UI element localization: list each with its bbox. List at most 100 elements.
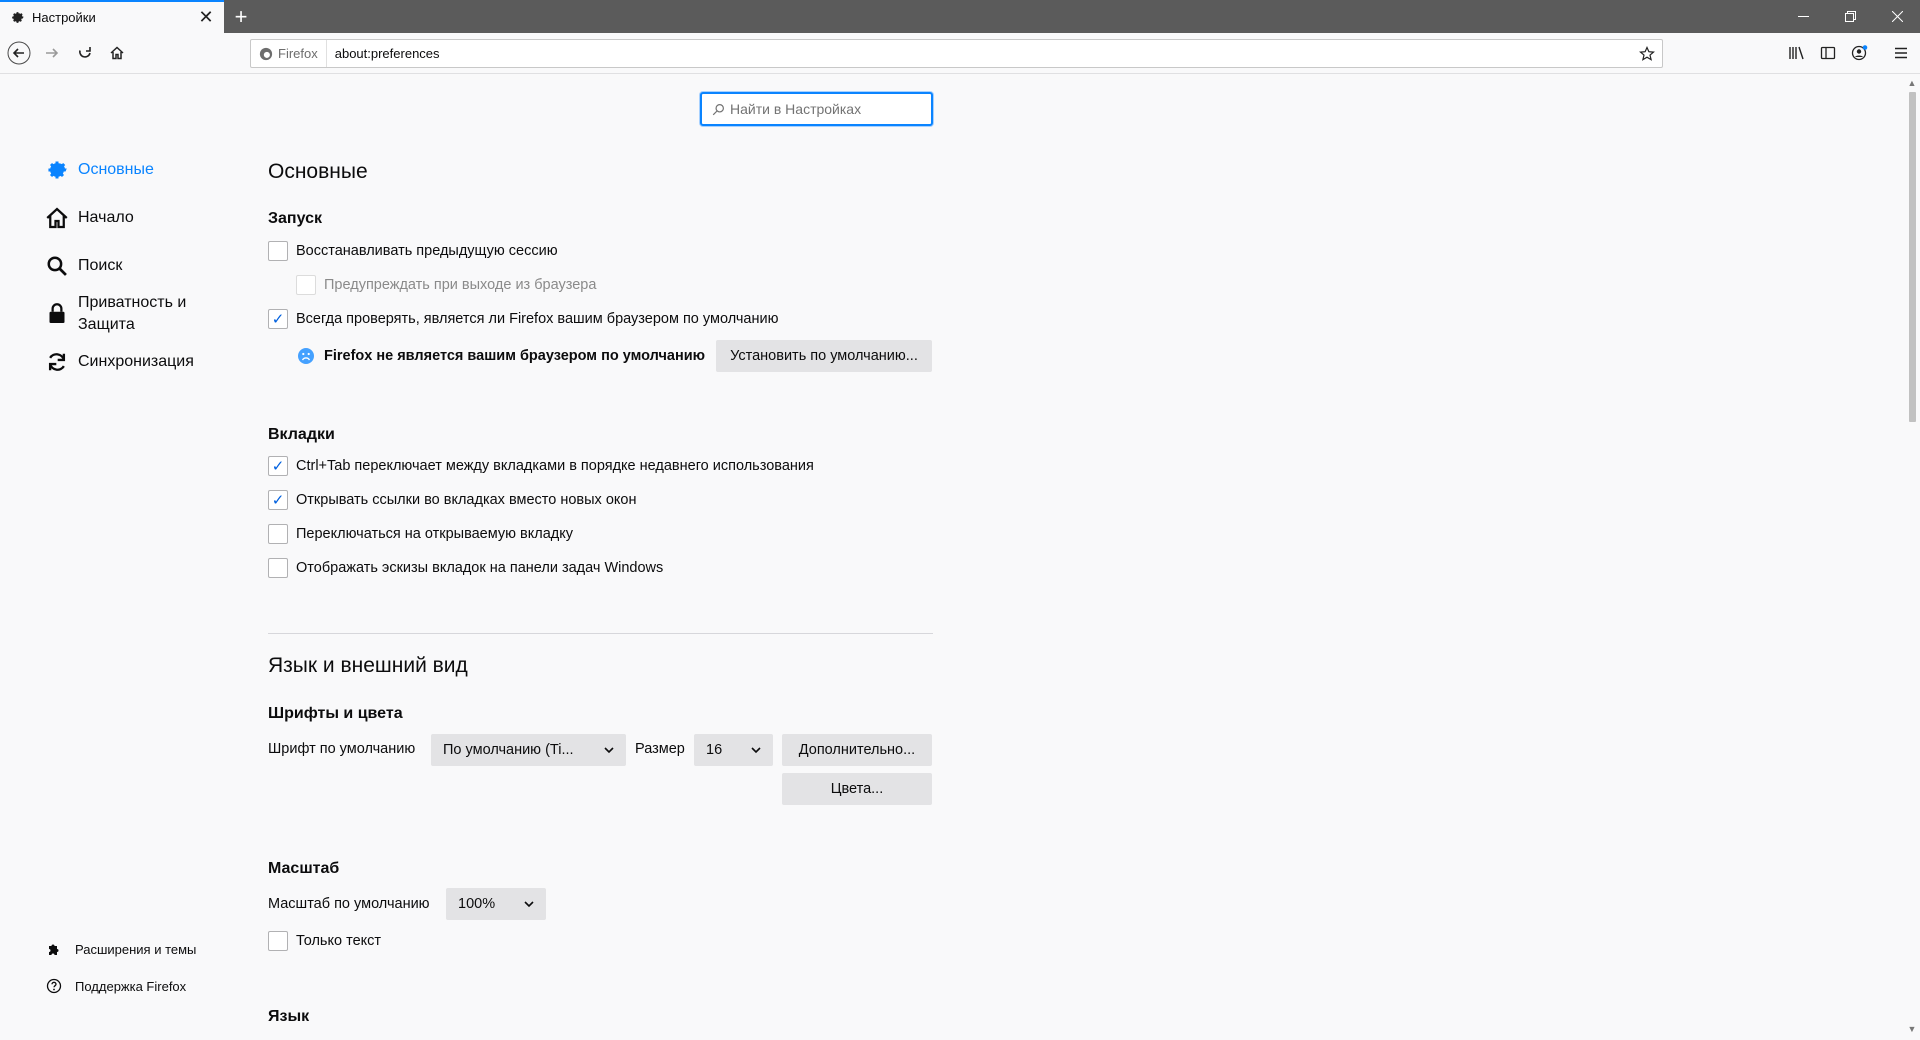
font-size-select[interactable]: 16 (694, 734, 773, 766)
lock-icon (44, 300, 70, 326)
zoom-heading: Масштаб (268, 860, 340, 877)
close-tab-icon[interactable]: ✕ (194, 6, 218, 30)
address-bar[interactable]: Firefox about:preferences (250, 39, 1663, 68)
scrollbar-thumb[interactable] (1909, 92, 1916, 422)
default-browser-status: Firefox не является вашим браузером по у… (296, 346, 705, 366)
checkbox-label: Открывать ссылки во вкладках вместо новы… (296, 492, 637, 508)
checkbox-label: Отображать эскизы вкладок на панели зада… (296, 560, 664, 576)
checkbox[interactable] (296, 275, 316, 295)
identity-label: Firefox (278, 46, 318, 61)
open-links-in-tabs-checkbox[interactable]: ✓ Открывать ссылки во вкладках вместо но… (268, 490, 636, 510)
identity-box[interactable]: Firefox (251, 40, 327, 67)
switch-to-tab-checkbox[interactable]: Переключаться на открываемую вкладку (268, 524, 573, 544)
sidebar-item-support[interactable]: Поддержка Firefox (46, 978, 186, 994)
gear-icon (44, 157, 70, 183)
checkbox-checked[interactable]: ✓ (268, 490, 288, 510)
advanced-fonts-button[interactable]: Дополнительно... (782, 734, 932, 766)
chevron-down-icon (604, 742, 614, 758)
chevron-down-icon (751, 742, 761, 758)
search-placeholder: Найти в Настройках (730, 101, 862, 117)
scroll-up-arrow-icon[interactable]: ▲ (1907, 78, 1917, 88)
scroll-down-arrow-icon[interactable]: ▼ (1907, 1024, 1917, 1034)
checkbox[interactable] (268, 931, 288, 951)
language-heading: Язык (268, 1008, 310, 1025)
sidebar-item-search[interactable]: Поиск (44, 253, 122, 279)
default-zoom-label: Масштаб по умолчанию (268, 896, 430, 912)
sidebars-icon[interactable] (1813, 38, 1843, 68)
search-icon (44, 253, 70, 279)
home-button[interactable] (102, 38, 132, 68)
checkbox-checked[interactable]: ✓ (268, 309, 288, 329)
language-appearance-title: Язык и внешний вид (268, 654, 468, 677)
checkbox-checked[interactable]: ✓ (268, 456, 288, 476)
sidebar-item-addons[interactable]: Расширения и темы (46, 941, 196, 957)
forward-button[interactable] (37, 38, 67, 68)
default-browser-status-text: Firefox не является вашим браузером по у… (324, 348, 706, 364)
checkbox[interactable] (268, 524, 288, 544)
default-font-label: Шрифт по умолчанию (268, 741, 416, 757)
sidebar-item-label: Основные (78, 161, 154, 178)
menu-icon[interactable] (1886, 38, 1916, 68)
search-input[interactable]: Найти в Настройках (700, 92, 933, 126)
vertical-scrollbar[interactable]: ▲ ▼ (1904, 74, 1920, 1040)
ctrl-tab-checkbox[interactable]: ✓ Ctrl+Tab переключает между вкладками в… (268, 456, 814, 476)
tab-strip: Настройки ✕ + (0, 0, 1920, 33)
help-icon (46, 978, 62, 994)
set-default-button[interactable]: Установить по умолчанию... (716, 340, 932, 372)
taskbar-previews-checkbox[interactable]: Отображать эскизы вкладок на панели зада… (268, 558, 663, 578)
search-icon (712, 103, 724, 115)
sidebar-item-general[interactable]: Основные (44, 157, 154, 183)
firefox-icon (259, 47, 273, 60)
sidebar-item-label: Начало (78, 209, 134, 226)
minimize-icon[interactable] (1780, 0, 1826, 33)
account-icon[interactable] (1845, 38, 1875, 68)
checkbox[interactable] (268, 241, 288, 261)
checkbox-label: Переключаться на открываемую вкладку (296, 526, 573, 542)
home-icon (44, 205, 70, 231)
new-tab-button[interactable]: + (228, 4, 254, 30)
default-zoom-value: 100% (458, 896, 496, 912)
gear-icon (9, 10, 25, 26)
tab-title: Настройки (32, 10, 96, 25)
back-button[interactable] (4, 38, 34, 68)
checkbox-label: Восстанавливать предыдущую сессию (296, 243, 558, 259)
page-title: Основные (268, 160, 368, 183)
default-zoom-select[interactable]: 100% (446, 888, 546, 920)
sidebar-item-label: Поиск (78, 257, 123, 274)
font-size-label: Размер (635, 741, 685, 757)
default-font-value: По умолчанию (Ti... (443, 742, 574, 758)
checkbox[interactable] (268, 558, 288, 578)
checkbox-label: Всегда проверять, является ли Firefox ва… (296, 311, 779, 327)
default-font-select[interactable]: По умолчанию (Ti... (431, 734, 626, 766)
sidebar-footer-label: Поддержка Firefox (75, 978, 187, 994)
zoom-text-only-checkbox[interactable]: Только текст (268, 931, 381, 951)
sidebar-item-sync[interactable]: Синхронизация (44, 349, 194, 375)
reload-button[interactable] (70, 38, 100, 68)
sad-face-icon (296, 346, 316, 366)
close-window-icon[interactable] (1874, 0, 1920, 33)
library-icon[interactable] (1782, 38, 1812, 68)
sidebar-item-privacy[interactable]: Приватность и Защита (44, 292, 208, 336)
font-size-value: 16 (706, 742, 723, 758)
sidebar-item-label: Синхронизация (78, 353, 194, 370)
restore-icon[interactable] (1827, 0, 1873, 33)
check-default-checkbox[interactable]: ✓ Всегда проверять, является ли Firefox … (268, 309, 778, 329)
sync-icon (44, 349, 70, 375)
fonts-colors-heading: Шрифты и цвета (268, 705, 403, 722)
startup-heading: Запуск (268, 210, 322, 227)
url-input[interactable]: about:preferences (327, 46, 1632, 61)
colors-button[interactable]: Цвета... (782, 773, 932, 805)
sidebar-footer-label: Расширения и темы (75, 941, 197, 957)
restore-session-checkbox[interactable]: Восстанавливать предыдущую сессию (268, 241, 558, 261)
sidebar-item-home[interactable]: Начало (44, 205, 134, 231)
bookmark-star-icon[interactable] (1632, 45, 1662, 62)
tabs-heading: Вкладки (268, 426, 335, 443)
checkbox-label: Только текст (296, 933, 382, 949)
warn-on-quit-checkbox[interactable]: Предупреждать при выходе из браузера (296, 275, 596, 295)
section-divider (268, 633, 933, 634)
navigation-toolbar: Firefox about:preferences (0, 33, 1920, 74)
chevron-down-icon (524, 896, 534, 912)
tab-settings[interactable]: Настройки ✕ (0, 0, 224, 33)
sidebar-item-label: Приватность и Защита (78, 294, 187, 333)
checkbox-label: Ctrl+Tab переключает между вкладками в п… (296, 458, 814, 474)
